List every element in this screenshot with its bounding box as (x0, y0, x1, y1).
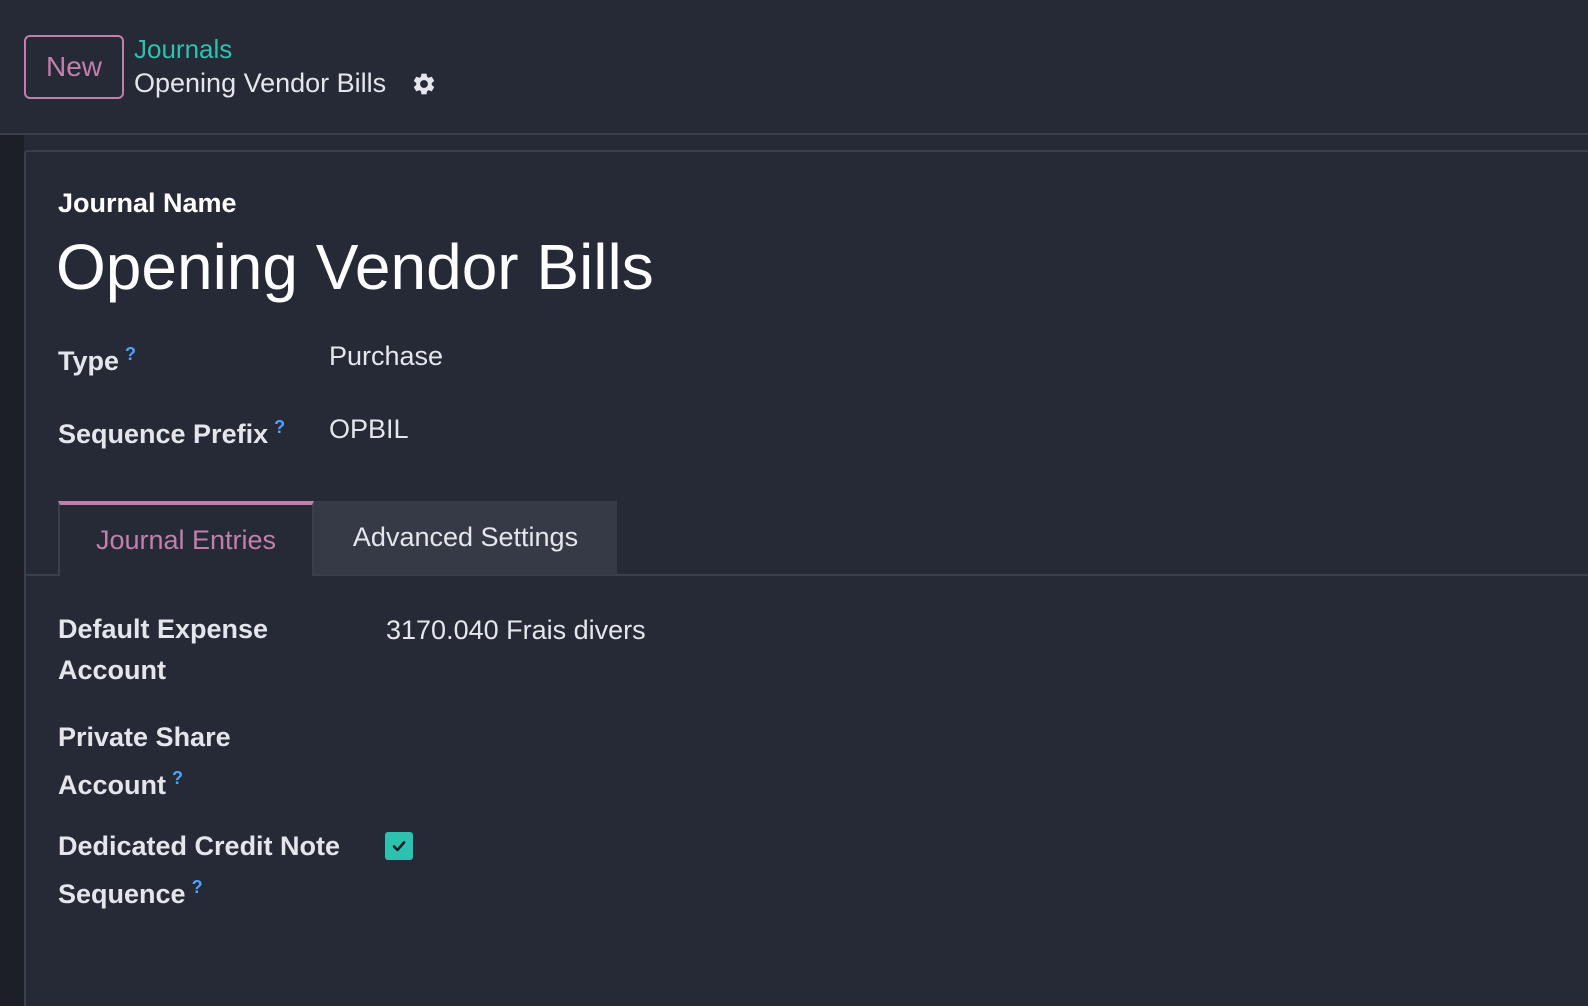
new-button[interactable]: New (24, 35, 124, 99)
sequence-prefix-label-text: Sequence Prefix (58, 419, 269, 449)
breadcrumb-current: Opening Vendor Bills (134, 68, 387, 98)
dedicated-credit-note-label-line1: Dedicated Credit Note (58, 831, 341, 861)
tab-advanced-settings[interactable]: Advanced Settings (314, 501, 617, 574)
default-expense-account-value[interactable]: 3170.040 Frais divers (386, 615, 646, 646)
dedicated-credit-note-checkbox[interactable] (385, 832, 413, 860)
breadcrumb-journals-link[interactable]: Journals (134, 34, 232, 65)
tab-journal-entries[interactable]: Journal Entries (58, 501, 314, 576)
sequence-prefix-help-icon[interactable]: ? (274, 417, 285, 437)
default-expense-account-label: Default Expense Account (58, 609, 268, 691)
sequence-prefix-value[interactable]: OPBIL (329, 414, 409, 445)
default-expense-account-label-line2: Account (58, 655, 166, 685)
checkmark-icon (392, 841, 406, 852)
control-panel: New Journals Opening Vendor Bills (0, 0, 1588, 135)
type-help-icon[interactable]: ? (125, 344, 136, 364)
private-share-account-label-line1: Private Share (58, 722, 231, 752)
journal-name-caption: Journal Name (58, 188, 237, 218)
dedicated-credit-note-label: Dedicated Credit Note Sequence? (58, 826, 340, 915)
dedicated-credit-note-help-icon[interactable]: ? (192, 877, 203, 897)
dedicated-credit-note-label-line2: Sequence (58, 879, 186, 909)
left-gutter (0, 135, 24, 1006)
type-label: Type? (58, 334, 136, 382)
private-share-account-label: Private Share Account? (58, 717, 231, 806)
default-expense-account-label-line1: Default Expense (58, 614, 269, 644)
sequence-prefix-label: Sequence Prefix? (58, 407, 285, 455)
private-share-help-icon[interactable]: ? (172, 768, 183, 788)
private-share-account-label-line2: Account (58, 770, 166, 800)
journal-name-field[interactable]: Opening Vendor Bills (56, 230, 654, 304)
type-value[interactable]: Purchase (329, 341, 443, 372)
gear-icon[interactable] (411, 71, 437, 97)
type-label-text: Type (58, 346, 120, 376)
